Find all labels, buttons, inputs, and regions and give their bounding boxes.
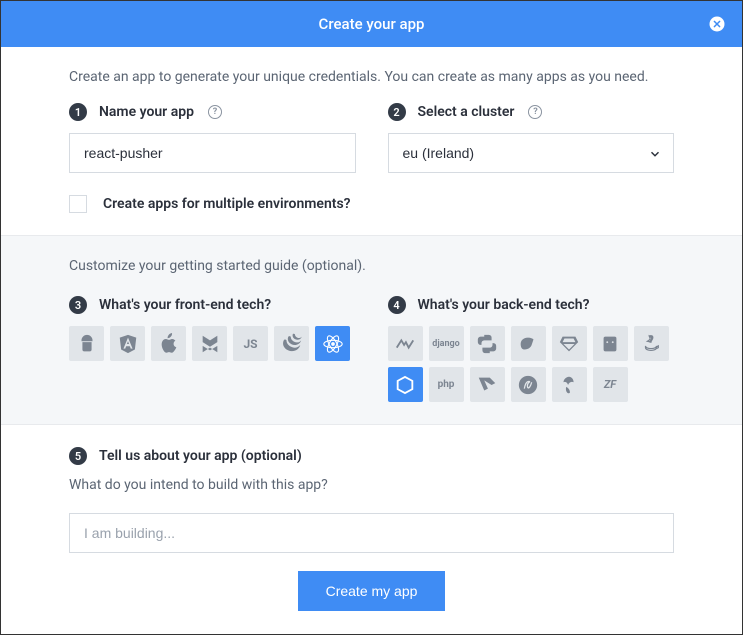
frontend-tech-grid: JS [69, 326, 356, 361]
tech-django-icon[interactable]: django [429, 326, 464, 361]
intro-text: Create an app to generate your unique cr… [69, 69, 674, 85]
tech-angular-icon[interactable] [110, 326, 145, 361]
modal-header: Create your app [1, 1, 742, 47]
step3-text: What's your front-end tech? [99, 297, 271, 313]
step2-text: Select a cluster [418, 104, 515, 120]
frontend-group: 3 What's your front-end tech? JS [69, 296, 356, 402]
step1-label: 1 Name your app ? [69, 103, 356, 121]
tech-nodejs-icon[interactable] [388, 367, 423, 402]
step5-question: What do you intend to build with this ap… [69, 477, 674, 493]
tech-dotnet-icon[interactable] [388, 326, 423, 361]
section-about: 5 Tell us about your app (optional) What… [1, 425, 742, 633]
tech-yii-icon[interactable] [552, 367, 587, 402]
tech-backbone-icon[interactable] [192, 326, 227, 361]
step-number: 2 [388, 103, 406, 121]
step-number: 3 [69, 296, 87, 314]
cluster-group: 2 Select a cluster ? eu (Ireland) [388, 103, 675, 173]
about-app-input[interactable] [69, 513, 674, 553]
step3-label: 3 What's your front-end tech? [69, 296, 356, 314]
cluster-select[interactable]: eu (Ireland) [388, 133, 675, 173]
app-name-input[interactable] [69, 133, 356, 173]
section-basic: Create an app to generate your unique cr… [1, 47, 742, 235]
step-number: 1 [69, 103, 87, 121]
tech-python-icon[interactable] [470, 326, 505, 361]
footer: Create my app [69, 553, 674, 611]
tech-android-icon[interactable] [69, 326, 104, 361]
modal-body: Create an app to generate your unique cr… [1, 47, 742, 634]
step5-label: 5 Tell us about your app (optional) [69, 447, 674, 465]
tech-react-icon[interactable] [315, 326, 350, 361]
tech-jquery-icon[interactable] [274, 326, 309, 361]
name-app-group: 1 Name your app ? [69, 103, 356, 173]
tech-ruby-icon[interactable] [552, 326, 587, 361]
step4-label: 4 What's your back-end tech? [388, 296, 675, 314]
tech-ios-icon[interactable] [151, 326, 186, 361]
customize-intro: Customize your getting started guide (op… [69, 258, 674, 274]
help-icon[interactable]: ? [208, 105, 222, 119]
tech-php-icon[interactable]: php [429, 367, 464, 402]
create-app-button[interactable]: Create my app [298, 571, 446, 611]
step-number: 5 [69, 447, 87, 465]
close-icon[interactable] [708, 15, 726, 33]
step5-text: Tell us about your app (optional) [99, 448, 302, 464]
step1-text: Name your app [99, 104, 194, 120]
step4-text: What's your back-end tech? [418, 297, 590, 313]
backend-tech-grid: django php ZF [388, 326, 675, 402]
help-icon[interactable]: ? [528, 105, 542, 119]
tech-laravel-icon[interactable] [470, 367, 505, 402]
tech-cordova-icon[interactable] [593, 326, 628, 361]
step-number: 4 [388, 296, 406, 314]
tech-go-icon[interactable] [511, 326, 546, 361]
multi-env-label: Create apps for multiple environments? [103, 196, 351, 212]
tech-zend-icon[interactable]: ZF [593, 367, 628, 402]
multi-env-row: Create apps for multiple environments? [69, 195, 674, 213]
tech-symfony-icon[interactable] [511, 367, 546, 402]
modal-title: Create your app [319, 15, 425, 33]
tech-javascript-icon[interactable]: JS [233, 326, 268, 361]
step2-label: 2 Select a cluster ? [388, 103, 675, 121]
create-app-modal: Create your app Create an app to generat… [1, 1, 742, 634]
tech-java-icon[interactable] [634, 326, 669, 361]
multi-env-checkbox[interactable] [69, 195, 87, 213]
backend-group: 4 What's your back-end tech? django php [388, 296, 675, 402]
section-tech: Customize your getting started guide (op… [1, 235, 742, 425]
